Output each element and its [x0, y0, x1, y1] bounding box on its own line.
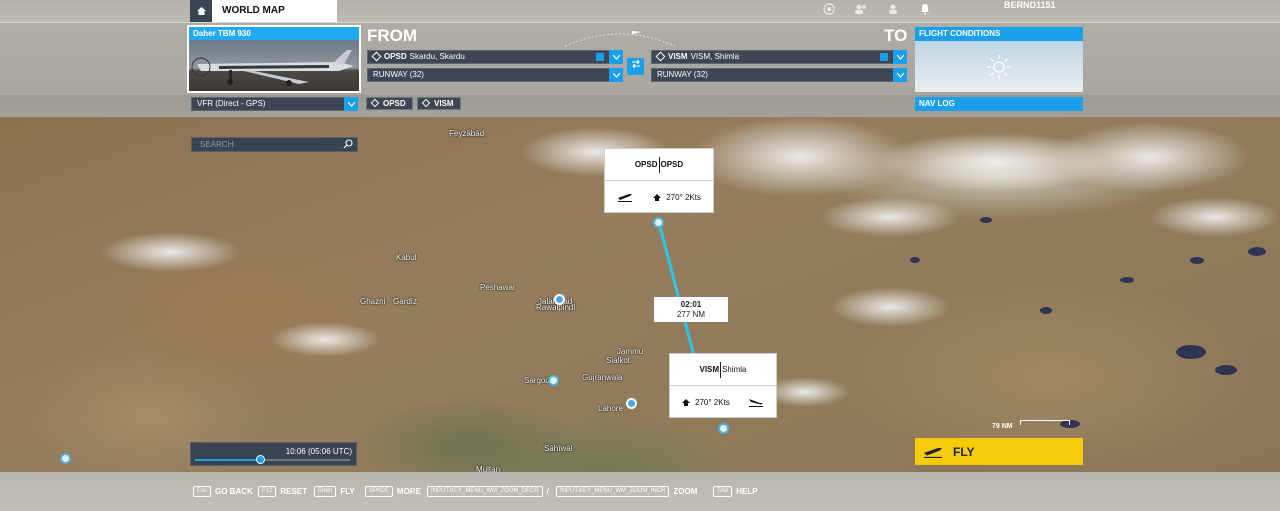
destination-card-header: VISM Shimla: [670, 354, 776, 386]
city-label: Lahore: [598, 404, 623, 413]
airport-marker-icon[interactable]: [60, 453, 71, 464]
airport-marker-icon[interactable]: [718, 423, 729, 434]
city-label: Gardīz: [393, 297, 418, 306]
hint-zoom-increase[interactable]: INPUT.KEY_MENU_WM_ZOOM_INCR ZOOM: [556, 486, 697, 497]
time-of-day-label: 10:06 (05:06 UTC): [285, 447, 352, 456]
city-label: Sialkot: [606, 356, 631, 365]
key-badge: F12: [258, 486, 277, 497]
route-time: 02:01: [680, 300, 702, 309]
destination-card-details: 270° 2Kts: [670, 386, 776, 418]
map-scale-bar: [1020, 420, 1070, 425]
destination-card-name: Shimla: [722, 365, 747, 374]
search-placeholder: SEARCH: [200, 140, 234, 149]
landing-icon: [749, 399, 763, 407]
fly-label: FLY: [953, 444, 975, 459]
fly-button[interactable]: FLY: [915, 438, 1083, 465]
origin-card-code: OPSD: [634, 160, 658, 169]
search-icon[interactable]: [343, 139, 353, 149]
hint-more[interactable]: SPACE MORE: [365, 486, 421, 497]
hint-label: MORE: [396, 487, 421, 496]
hint-go-back[interactable]: Esc GO BACK: [193, 486, 253, 497]
origin-airport-card[interactable]: OPSD OPSD 270° 2Kts: [604, 148, 714, 213]
key-badge: Esc: [193, 486, 212, 497]
city-label: Kabul: [396, 253, 417, 262]
origin-marker-icon[interactable]: [653, 217, 664, 228]
origin-card-header: OPSD OPSD: [605, 149, 713, 181]
city-label: Rawalpindi: [536, 303, 576, 312]
origin-wind: 270° 2Kts: [666, 192, 701, 202]
key-badge: TAB: [713, 486, 733, 497]
slider-fill: [195, 459, 261, 461]
origin-card-name: OPSD: [660, 160, 684, 169]
hint-help[interactable]: TAB HELP: [713, 486, 758, 497]
slider-handle[interactable]: [256, 455, 266, 464]
wind-icon: [682, 399, 690, 406]
city-label: Feyzābād: [449, 129, 485, 138]
route-distance: 277 NM: [676, 310, 705, 319]
takeoff-icon: [924, 447, 942, 458]
takeoff-icon: [618, 194, 632, 202]
city-pin-icon[interactable]: [554, 294, 565, 305]
hint-label: FLY: [340, 487, 355, 496]
city-pin-icon[interactable]: [626, 398, 637, 409]
destination-card-code: VISM: [699, 365, 720, 374]
hint-label: ZOOM: [673, 487, 698, 496]
hint-label: RESET: [280, 487, 308, 496]
city-label: Gujranwala: [582, 373, 623, 382]
wind-icon: [653, 194, 662, 201]
hint-zoom-decrease[interactable]: INPUT.KEY_MENU_WM_ZOOM_DECR /: [427, 486, 549, 497]
hint-label: /: [546, 487, 549, 496]
origin-card-details: 270° 2Kts: [605, 181, 713, 213]
city-label: Sāhīwāl: [544, 444, 573, 453]
city-label: Ghazni: [360, 297, 386, 306]
slider-track: [195, 459, 350, 461]
map-scale: 79 NM: [992, 420, 1070, 430]
key-badge: INPUT.KEY_MENU_WM_ZOOM_DECR: [427, 486, 543, 497]
key-badge: INPUT.KEY_MENU_WM_ZOOM_INCR: [556, 486, 670, 497]
city-label: Jammu: [617, 347, 644, 356]
hint-fly[interactable]: Enter FLY: [314, 486, 355, 497]
destination-wind: 270° 2Kts: [695, 397, 730, 407]
map-scale-label: 79 NM: [992, 423, 1013, 430]
destination-airport-card[interactable]: VISM Shimla 270° 2Kts: [669, 353, 777, 418]
key-badge: Enter: [314, 486, 337, 497]
map-search-input[interactable]: SEARCH: [191, 137, 358, 152]
hint-label: GO BACK: [215, 487, 253, 496]
route-summary: 02:01 277 NM: [654, 297, 728, 322]
key-badge: SPACE: [365, 486, 393, 497]
route-line: [657, 222, 696, 357]
hint-reset[interactable]: F12 RESET: [258, 486, 307, 497]
airport-marker-icon[interactable]: [548, 375, 559, 386]
time-of-day-slider[interactable]: 10:06 (05:06 UTC): [190, 442, 357, 466]
city-label: Peshawar: [480, 283, 516, 292]
hint-label: HELP: [736, 487, 758, 496]
